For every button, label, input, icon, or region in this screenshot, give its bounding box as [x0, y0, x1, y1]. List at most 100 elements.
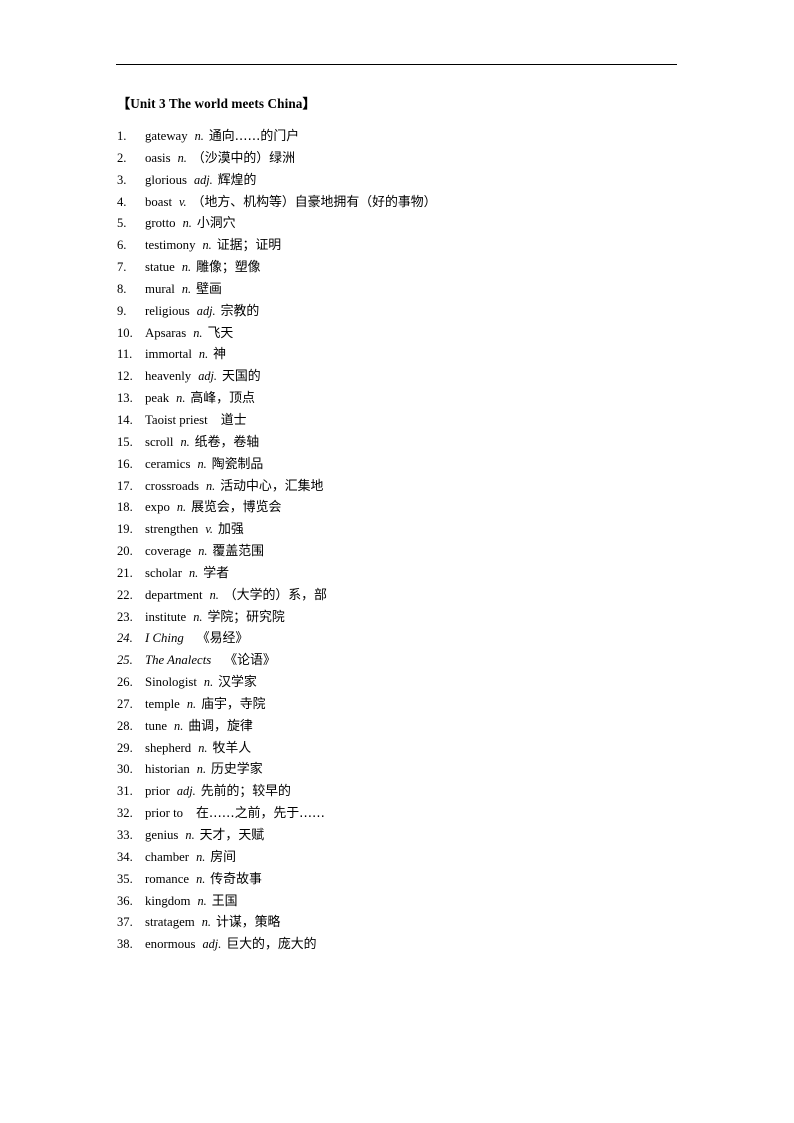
entry-definition: 雕像；塑像	[196, 260, 261, 276]
entry-definition: 计谋，策略	[215, 915, 281, 931]
vocabulary-entry: 6. testimony n. 证据；证明	[117, 235, 737, 257]
entry-number: 6.	[117, 238, 127, 253]
entry-word: peak	[145, 391, 170, 406]
entry-definition: 《易经》	[196, 631, 249, 647]
entry-word: strengthen	[145, 522, 199, 537]
entry-number: 26.	[117, 675, 133, 690]
entry-definition: 通向……的门户	[208, 129, 300, 144]
entry-word: ceramics	[145, 456, 191, 471]
entry-definition: （大学的）系，部	[223, 587, 327, 603]
vocabulary-entry: 26. Sinologist n. 汉学家	[117, 672, 737, 694]
entry-number: 14.	[117, 412, 133, 427]
entry-definition: 学院；研究院	[207, 609, 285, 625]
entry-part-of-speech: n.	[188, 565, 199, 580]
entry-definition: 历史学家	[211, 762, 263, 778]
vocabulary-entry: 21. scholar n. 学者	[117, 563, 737, 585]
entry-part-of-speech: n.	[198, 347, 209, 362]
entry-word: grotto	[145, 216, 176, 231]
entry-part-of-speech: n.	[186, 696, 197, 711]
entry-word: heavenly	[145, 369, 192, 384]
vocabulary-entry: 2. oasis n. （沙漠中的）绿洲	[117, 148, 737, 170]
entry-word: gateway	[145, 129, 188, 143]
entry-definition: 王国	[211, 893, 238, 909]
entry-part-of-speech: n.	[197, 456, 207, 471]
entry-part-of-speech: n.	[185, 828, 195, 842]
entry-definition: 辉煌的	[217, 172, 257, 188]
vocabulary-entry: 9. religious adj. 宗教的	[117, 301, 737, 323]
entry-number: 32.	[117, 806, 133, 821]
vocabulary-entry: 27. temple n. 庙宇，寺院	[117, 694, 737, 716]
vocabulary-entry: 20. coverage n. 覆盖范围	[117, 541, 737, 563]
entry-number: 22.	[117, 587, 133, 602]
entry-word: temple	[145, 696, 180, 711]
entry-number: 36.	[117, 893, 133, 908]
vocabulary-entry: 38. enormous adj. 巨大的，庞大的	[117, 934, 737, 956]
vocabulary-list: 1. gateway n. 通向……的门户 2. oasis n. （沙漠中的）绿洲 3. glo…	[117, 126, 737, 956]
entry-word: boast	[145, 194, 173, 209]
entry-word: crossroads	[145, 478, 200, 493]
entry-number: 1.	[117, 129, 127, 143]
entry-word: kingdom	[145, 893, 191, 908]
vocabulary-entry: 1. gateway n. 通向……的门户	[117, 126, 737, 148]
entry-part-of-speech: n.	[177, 150, 187, 165]
vocabulary-entry: 32. prior to 在……之前，先于……	[117, 803, 737, 825]
entry-number: 11.	[117, 347, 133, 362]
entry-number: 19.	[117, 522, 133, 537]
entry-definition: 展览会，博览会	[191, 500, 282, 516]
vocabulary-entry: 17. crossroads n. 活动中心，汇集地	[117, 476, 737, 498]
vocabulary-entry: 30. historian n. 历史学家	[117, 759, 737, 781]
entry-definition: 牧羊人	[212, 740, 252, 756]
entry-definition: 活动中心，汇集地	[220, 478, 324, 494]
entry-number: 4.	[117, 194, 127, 209]
entry-part-of-speech: n.	[198, 544, 208, 559]
entry-definition: 汉学家	[218, 675, 257, 691]
entry-number: 27.	[117, 696, 133, 711]
entry-definition: 在……之前，先于……	[196, 806, 325, 822]
entry-number: 18.	[117, 500, 133, 515]
vocabulary-entry: 10. Apsaras n. 飞天	[117, 323, 737, 345]
entry-definition: 证据；证明	[216, 238, 282, 254]
entry-word: The Analects	[145, 653, 212, 668]
entry-part-of-speech: n.	[198, 740, 208, 755]
entry-word: I Ching	[145, 631, 184, 646]
entry-number: 33.	[117, 828, 133, 842]
entry-word: chamber	[145, 849, 190, 864]
entry-definition: 陶瓷制品	[211, 456, 264, 472]
entry-definition: 天国的	[222, 369, 261, 385]
entry-number: 5.	[117, 216, 127, 231]
entry-part-of-speech: n.	[174, 718, 184, 733]
vocabulary-entry: 22. department n. （大学的）系，部	[117, 585, 737, 607]
entry-part-of-speech: n.	[193, 609, 203, 624]
entry-number: 3.	[117, 172, 127, 187]
entry-word: religious	[145, 303, 190, 318]
entry-number: 16.	[117, 456, 133, 471]
entry-part-of-speech: adj.	[198, 369, 217, 384]
entry-number: 30.	[117, 762, 133, 777]
entry-definition: 纸卷，卷轴	[194, 434, 260, 450]
entry-definition: 覆盖范围	[212, 544, 264, 560]
entry-definition: 高峰，顶点	[190, 391, 255, 407]
entry-definition: 曲调，旋律	[188, 718, 253, 734]
entry-part-of-speech: v.	[205, 522, 213, 537]
entry-number: 17.	[117, 478, 133, 493]
entry-definition: 庙宇，寺院	[201, 696, 266, 712]
vocabulary-entry: 15. scroll n. 纸卷，卷轴	[117, 432, 737, 454]
vocabulary-entry: 12. heavenly adj. 天国的	[117, 366, 737, 388]
entry-word: stratagem	[145, 915, 195, 930]
entry-number: 9.	[117, 303, 127, 318]
vocabulary-entry: 25. The Analects 《论语》	[117, 650, 737, 672]
entry-definition: （地方、机构等）自豪地拥有（好的事物）	[191, 194, 437, 210]
entry-word: immortal	[145, 347, 192, 362]
entry-word: Taoist priest	[145, 412, 208, 427]
vocabulary-entry: 29. shepherd n. 牧羊人	[117, 738, 737, 760]
entry-word: genius	[145, 828, 179, 842]
entry-part-of-speech: n.	[180, 434, 190, 449]
entry-part-of-speech: n.	[181, 281, 192, 296]
page-title: 【Unit 3 The world meets China】	[117, 96, 316, 111]
entry-number: 7.	[117, 260, 127, 275]
entry-part-of-speech: n.	[206, 478, 216, 493]
vocabulary-entry: 4. boast v. （地方、机构等）自豪地拥有（好的事物）	[117, 192, 737, 214]
vocabulary-entry: 7. statue n. 雕像；塑像	[117, 257, 737, 279]
entry-number: 13.	[117, 391, 133, 406]
entry-word: romance	[145, 871, 190, 886]
